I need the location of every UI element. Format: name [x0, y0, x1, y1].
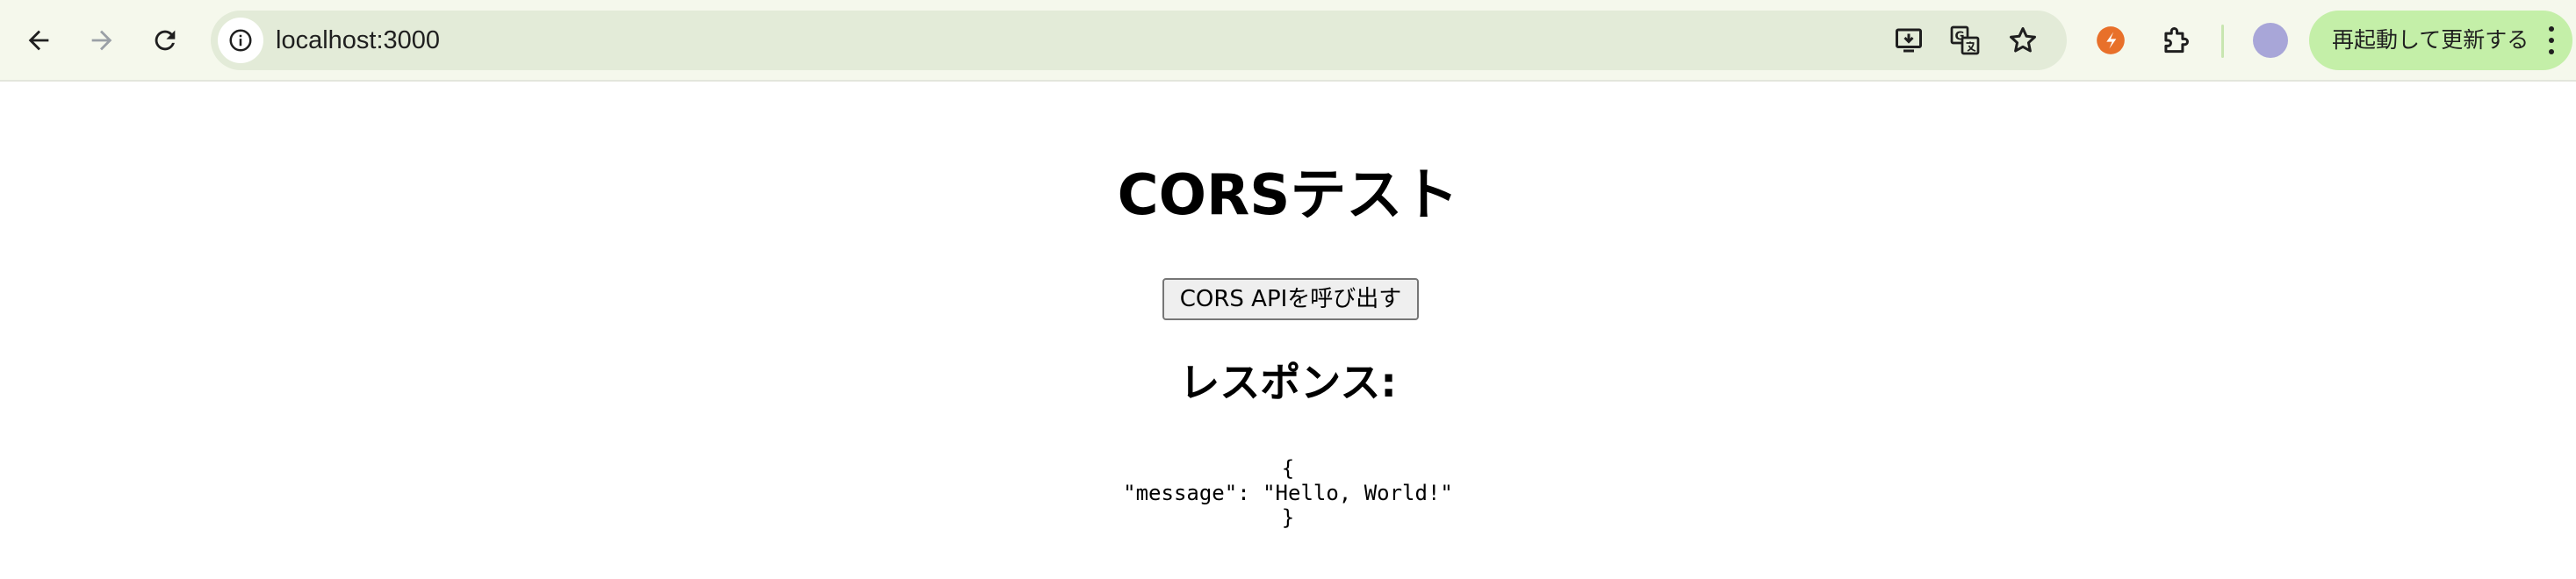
extensions-menu-button[interactable] [2153, 18, 2198, 63]
install-app-icon [1896, 28, 1922, 53]
response-line: { [1281, 456, 1295, 481]
reload-button[interactable] [140, 16, 190, 65]
profile-avatar[interactable] [2253, 23, 2288, 58]
back-button[interactable] [14, 16, 63, 65]
relaunch-update-button[interactable]: 再起動して更新する [2309, 11, 2572, 70]
address-bar[interactable]: localhost:3000 G [211, 11, 2067, 70]
browser-toolbar: localhost:3000 G 再起動して更新する [0, 0, 2576, 82]
puzzle-extensions-icon [2164, 27, 2189, 54]
translate-button[interactable]: G [1944, 19, 1986, 61]
toolbar-divider [2221, 25, 2224, 58]
response-line: "message": "Hello, World!" [1123, 481, 1453, 505]
response-heading: レスポンス: [1179, 359, 1397, 406]
page-content: CORSテスト CORS APIを呼び出す レスポンス: { "message"… [0, 83, 2576, 579]
more-menu-icon[interactable] [2543, 23, 2560, 58]
site-info-icon [229, 29, 252, 52]
relaunch-update-label: 再起動して更新する [2332, 27, 2529, 53]
forward-arrow-icon [91, 30, 112, 51]
extension-button[interactable] [2088, 18, 2133, 63]
response-body: { "message": "Hello, World!" } [0, 456, 2576, 530]
url-text[interactable]: localhost:3000 [276, 11, 440, 70]
page-title: CORSテスト [1117, 163, 1459, 228]
translate-icon: G [1950, 25, 1980, 55]
site-info-button[interactable] [218, 18, 263, 63]
forward-button[interactable] [77, 16, 126, 65]
install-app-button[interactable] [1888, 19, 1930, 61]
call-cors-api-button[interactable]: CORS APIを呼び出す [1162, 278, 1419, 320]
bookmark-star-icon [2010, 27, 2036, 53]
extension-icon [2097, 26, 2125, 54]
reload-icon [155, 30, 176, 51]
bookmark-button[interactable] [2002, 19, 2044, 61]
back-arrow-icon [28, 30, 49, 51]
response-line: } [1281, 505, 1295, 530]
